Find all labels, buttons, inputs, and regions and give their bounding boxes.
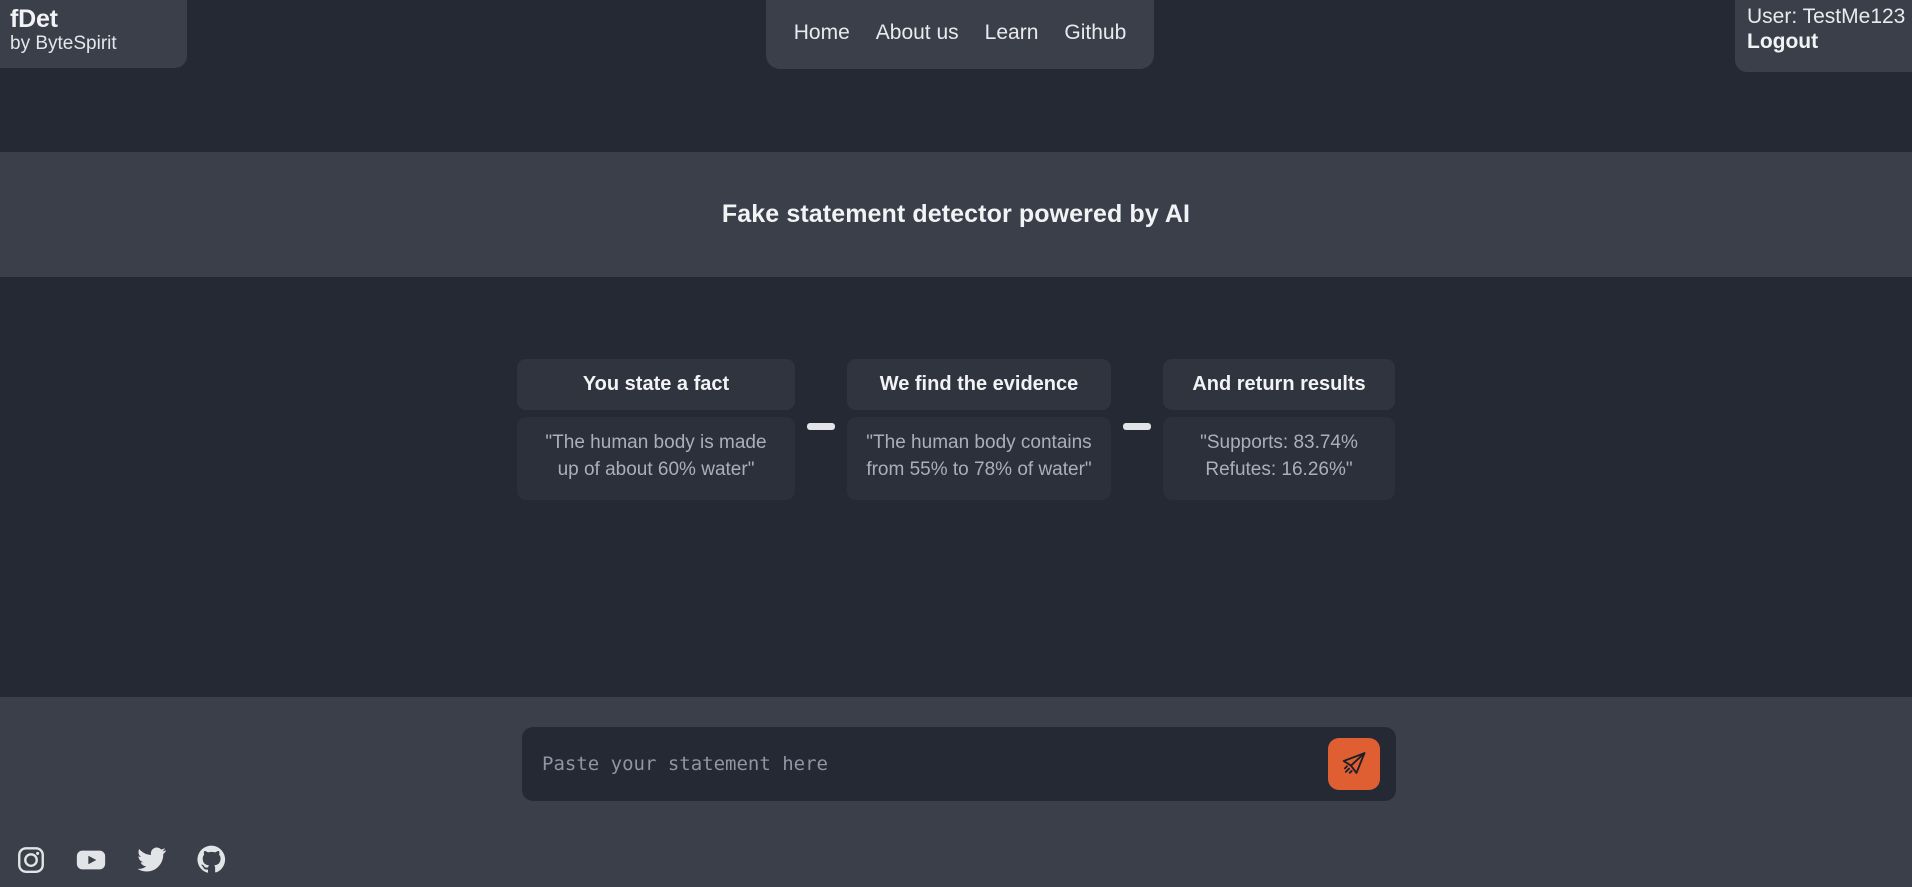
step-card-example: "The human body contains from 55% to 78%… xyxy=(847,417,1111,500)
twitter-icon[interactable] xyxy=(134,843,168,877)
step-card-example: "The human body is made up of about 60% … xyxy=(517,417,795,500)
hero-title: Fake statement detector powered by AI xyxy=(721,200,1191,228)
main-navigation: Home About us Learn Github xyxy=(766,0,1154,69)
nav-item-about-us[interactable]: About us xyxy=(876,21,959,45)
send-plane-icon xyxy=(1340,749,1368,780)
statement-input[interactable] xyxy=(542,727,1328,801)
youtube-icon[interactable] xyxy=(74,843,108,877)
instagram-icon[interactable] xyxy=(14,843,48,877)
step-card-example: "Supports: 83.74% Refutes: 16.26%" xyxy=(1163,417,1395,500)
step-card-title: You state a fact xyxy=(517,359,795,410)
step-connector-dash xyxy=(807,423,835,430)
site-footer xyxy=(0,832,1912,887)
steps-row: You state a fact "The human body is made… xyxy=(0,359,1912,500)
statement-composer[interactable] xyxy=(522,727,1396,801)
nav-item-learn[interactable]: Learn xyxy=(985,21,1039,45)
hero-banner: Fake statement detector powered by AI xyxy=(0,152,1912,277)
step-card-return-results: And return results "Supports: 83.74% Ref… xyxy=(1163,359,1395,500)
brand-logo[interactable]: fDet by ByteSpirit xyxy=(0,0,187,68)
step-card-title: We find the evidence xyxy=(847,359,1111,410)
step-card-title: And return results xyxy=(1163,359,1395,410)
account-panel: User: TestMe123 Logout xyxy=(1735,0,1912,72)
nav-item-home[interactable]: Home xyxy=(794,21,850,45)
site-header: fDet by ByteSpirit Home About us Learn G… xyxy=(0,0,1912,152)
step-card-state-fact: You state a fact "The human body is made… xyxy=(517,359,795,500)
nav-item-github[interactable]: Github xyxy=(1064,21,1126,45)
step-card-find-evidence: We find the evidence "The human body con… xyxy=(847,359,1111,500)
github-icon[interactable] xyxy=(194,843,228,877)
main-content: You state a fact "The human body is made… xyxy=(0,277,1912,697)
brand-tagline: by ByteSpirit xyxy=(10,33,117,54)
logout-button[interactable]: Logout xyxy=(1747,29,1912,54)
brand-name: fDet xyxy=(10,5,58,33)
current-user-label: User: TestMe123 xyxy=(1747,5,1906,28)
send-button[interactable] xyxy=(1328,738,1380,790)
step-connector-dash xyxy=(1123,423,1151,430)
composer-band xyxy=(0,697,1912,832)
